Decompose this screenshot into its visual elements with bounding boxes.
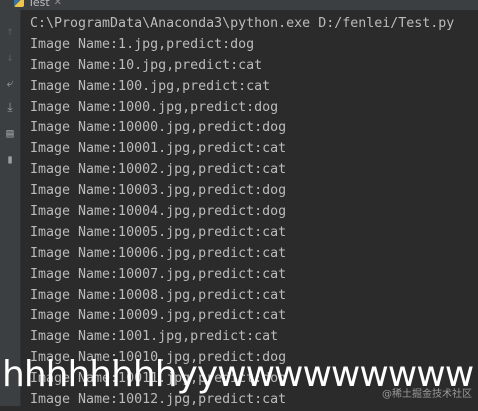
console-line: Image Name:1001.jpg,predict:cat <box>30 329 279 345</box>
console-line: Image Name:10001.jpg,predict:cat <box>30 141 287 157</box>
down-arrow-icon[interactable]: ↓ <box>0 50 20 64</box>
print-icon[interactable]: ▤ <box>0 126 20 140</box>
tab-bar: Test ✕ <box>0 0 478 10</box>
tab-title: Test <box>28 0 50 9</box>
soft-wrap-icon[interactable]: ⤶ <box>0 76 20 90</box>
python-icon <box>14 0 24 7</box>
console-line: Image Name:10008.jpg,predict:cat <box>30 287 287 303</box>
close-icon[interactable]: ✕ <box>54 0 62 8</box>
console-line: Image Name:10007.jpg,predict:cat <box>30 266 287 282</box>
console-line: Image Name:10002.jpg,predict:cat <box>30 162 287 178</box>
console-line: Image Name:100.jpg,predict:cat <box>30 78 271 94</box>
console-line: C:\ProgramData\Anaconda3\python.exe D:/f… <box>30 16 455 31</box>
scroll-to-end-icon[interactable]: ⤓ <box>0 100 20 114</box>
console-line: Image Name:10.jpg,predict:cat <box>30 57 263 73</box>
trash-icon[interactable]: ▮ <box>0 152 20 166</box>
console-line: Image Name:10006.jpg,predict:cat <box>30 245 287 261</box>
console-output[interactable]: C:\ProgramData\Anaconda3\python.exe D:/f… <box>30 14 478 411</box>
up-arrow-icon[interactable]: ↑ <box>0 24 20 38</box>
console-line: Image Name:10000.jpg,predict:dog <box>30 120 287 136</box>
console-line: Image Name:10004.jpg,predict:dog <box>30 204 287 220</box>
console-line: Image Name:10009.jpg,predict:cat <box>30 308 287 324</box>
console-line: Image Name:1.jpg,predict:dog <box>30 36 255 52</box>
watermark: @稀土掘金技术社区 <box>382 389 472 400</box>
console-line: Image Name:10005.jpg,predict:cat <box>30 224 287 240</box>
console-line: Image Name:1000.jpg,predict:dog <box>30 99 279 115</box>
tab-test[interactable]: Test ✕ <box>10 0 66 10</box>
console-line: Image Name:10003.jpg,predict:dog <box>30 183 287 199</box>
run-toolbar: ↑ ↓ ⤶ ⤓ ▤ ▮ <box>0 10 21 406</box>
